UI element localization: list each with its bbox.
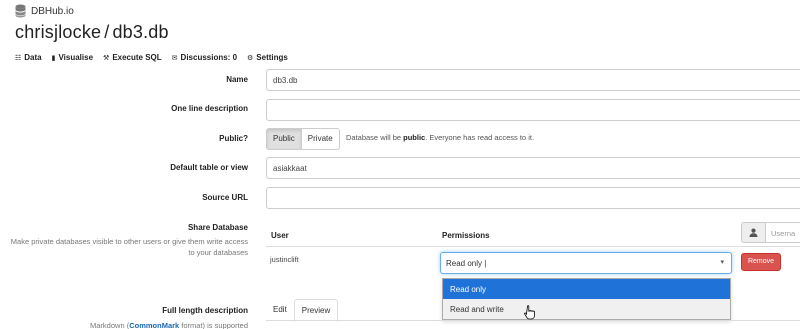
username-search: Userna: [741, 222, 800, 243]
brand[interactable]: DBHub.io: [15, 4, 74, 18]
public-button[interactable]: Public: [266, 128, 302, 150]
permission-dropdown: Read only Read and write: [442, 278, 731, 320]
wrench-icon: ⚒: [103, 54, 110, 62]
tab-preview[interactable]: Preview: [293, 299, 339, 322]
commonmark-link[interactable]: CommonMark: [129, 321, 179, 329]
user-icon: [741, 222, 765, 243]
tab-visualise[interactable]: ▮ Visualise: [52, 53, 93, 62]
share-user-name: justinclift: [270, 255, 299, 264]
editor-tab-divider: [266, 320, 800, 321]
hand-cursor-icon: [524, 305, 535, 320]
permission-select[interactable]: Read only | ▾: [440, 252, 732, 274]
description-input[interactable]: [266, 99, 800, 121]
markdown-hint: Markdown (CommonMark format) is supporte…: [8, 320, 248, 329]
tab-visualise-label: Visualise: [58, 53, 94, 62]
user-column-header: User: [271, 231, 289, 240]
gear-icon: ⚙: [247, 54, 254, 62]
brand-name: DBHub.io: [31, 5, 74, 17]
tab-settings[interactable]: ⚙ Settings: [247, 53, 288, 62]
database-name[interactable]: db3.db: [112, 22, 168, 42]
tab-discussions[interactable]: ✉ Discussions: 0: [172, 53, 237, 62]
bar-chart-icon: ▮: [51, 54, 56, 62]
public-note-prefix: Database will be: [346, 133, 402, 142]
username-input[interactable]: Userna: [765, 222, 800, 243]
name-input[interactable]: db3.db: [266, 69, 800, 91]
default-table-label: Default table or view: [170, 163, 248, 172]
permissions-column-header: Permissions: [442, 231, 490, 240]
tab-data-label: Data: [24, 53, 42, 62]
description-label: One line description: [171, 104, 248, 113]
source-url-label: Source URL: [202, 193, 248, 202]
database-icon: [15, 4, 26, 18]
name-label: Name: [226, 75, 248, 84]
database-icon: ☷: [15, 54, 22, 62]
option-read-only[interactable]: Read only: [443, 279, 730, 299]
public-toggle: Public Private: [266, 128, 340, 150]
title-separator: /: [104, 22, 110, 42]
comment-icon: ✉: [171, 54, 178, 62]
share-hint: Make private databases visible to other …: [10, 237, 248, 257]
tab-discussions-label: Discussions: 0: [180, 53, 238, 62]
full-length-label: Full length description: [162, 306, 248, 315]
permission-select-value: Read only |: [446, 259, 487, 268]
owner-name[interactable]: chrisjlocke: [15, 22, 101, 42]
description-editor-tabs: Edit Preview: [266, 299, 339, 322]
tab-edit[interactable]: Edit: [266, 299, 294, 322]
public-note-suffix: . Everyone has read access to it.: [425, 133, 535, 142]
tab-data[interactable]: ☷ Data: [15, 53, 42, 62]
markdown-hint-suffix: format) is supported: [179, 321, 248, 329]
public-note: Database will be public. Everyone has re…: [346, 133, 534, 142]
tab-execute-sql-label: Execute SQL: [112, 53, 162, 62]
public-label: Public?: [219, 134, 248, 143]
database-tabs: ☷ Data ▮ Visualise ⚒ Execute SQL ✉ Discu…: [15, 53, 288, 62]
markdown-hint-prefix: Markdown (: [90, 321, 130, 329]
share-table-divider: [266, 246, 800, 247]
remove-button[interactable]: Remove: [741, 253, 781, 271]
tab-settings-label: Settings: [256, 53, 288, 62]
share-label: Share Database: [187, 223, 248, 232]
source-url-input[interactable]: [266, 187, 800, 209]
public-note-bold: public: [403, 133, 426, 142]
tab-execute-sql[interactable]: ⚒ Execute SQL: [103, 53, 162, 62]
option-read-and-write[interactable]: Read and write: [443, 299, 730, 319]
page-title: chrisjlocke / db3.db: [15, 22, 169, 43]
chevron-down-icon: ▾: [720, 259, 724, 266]
private-button[interactable]: Private: [301, 128, 340, 150]
default-table-select[interactable]: asiakkaat: [266, 157, 800, 179]
